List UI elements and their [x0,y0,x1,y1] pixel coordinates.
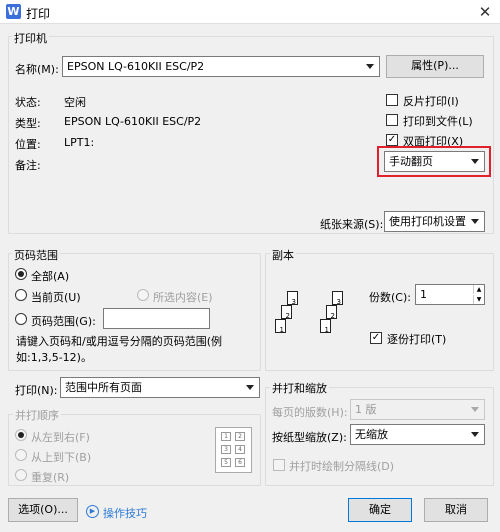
repeat-label: 重复(R) [31,471,70,484]
print-what-select[interactable]: 范围中所有页面 [60,377,260,398]
order-thumbnail-icon: 1 2 3 4 5 6 [215,427,252,473]
page-3-icon: 3 [332,291,343,306]
printer-name-select[interactable]: EPSON LQ-610KII ESC/P2 [62,56,380,77]
status-label: 状态: [15,96,41,109]
order-group-label: 并打顺序 [13,407,61,423]
collate-stack-icon: 3 2 1 [275,291,305,337]
title-bar [0,0,500,24]
options-button[interactable]: 选项(O)... [8,498,78,522]
tips-icon[interactable]: ▶ [86,505,99,518]
printer-name-value: EPSON LQ-610KII ESC/P2 [67,60,205,73]
left-to-right-label: 从左到右(F) [31,431,90,444]
paper-source-label: 纸张来源(S): [320,218,384,231]
top-to-bottom-label: 从上到下(B) [31,451,92,464]
thumb-cell-3: 3 [221,445,231,454]
page-range-hint: 请键入页码和/或用逗号分隔的页码范围(例如:1,3,5-12)。 [16,335,222,364]
thumb-cell-4: 4 [235,445,245,454]
reverse-print-checkbox[interactable] [386,94,398,106]
chevron-down-icon [471,159,479,164]
pages-per-sheet-select: 1 版 [350,399,485,420]
close-icon[interactable]: ✕ [471,1,499,23]
spinner-up-icon[interactable]: ▲ [473,285,484,294]
location-label: 位置: [15,138,41,151]
window-title: 打印 [26,7,51,21]
print-what-value: 范围中所有页面 [65,381,142,394]
copies-group-label: 副本 [270,247,296,263]
duplex-checkbox[interactable]: ✓ [386,134,398,146]
current-page-label[interactable]: 当前页(U) [31,289,81,305]
collate-label[interactable]: 逐份打印(T) [387,331,446,347]
scale-label: 按纸型缩放(Z): [272,431,347,444]
page-2-icon: 2 [281,305,292,320]
status-value: 空闲 [64,96,86,109]
duplex-mode-value: 手动翻页 [389,155,433,168]
pages-per-sheet-label: 每页的版数(H): [272,406,348,419]
page-range-input[interactable] [103,308,210,329]
print-to-file-label[interactable]: 打印到文件(L) [403,113,473,129]
selection-radio [137,289,149,301]
current-page-radio[interactable] [15,289,27,301]
paper-source-select[interactable]: 使用打印机设置 [384,211,485,232]
thumb-cell-6: 6 [235,458,245,467]
cancel-button[interactable]: 取消 [424,498,488,522]
thumb-cell-2: 2 [235,432,245,441]
tips-link[interactable]: 操作技巧 [103,505,147,521]
zoom-group-label: 并打和缩放 [270,380,329,396]
chevron-down-icon [246,385,254,390]
left-to-right-radio [15,429,27,441]
scale-select[interactable]: 无缩放 [350,424,485,445]
selection-label: 所选内容(E) [153,291,213,304]
pages-per-sheet-value: 1 版 [355,403,377,416]
draw-borders-label: 并打时绘制分隔线(D) [289,460,395,473]
page-range-group-label: 页码范围 [12,247,60,263]
location-value: LPT1: [64,136,95,149]
all-pages-label[interactable]: 全部(A) [31,268,69,284]
print-what-label: 打印(N): [15,384,58,397]
chevron-down-icon [471,432,479,437]
properties-button[interactable]: 属性(P)... [386,55,484,78]
spinner-down-icon[interactable]: ▼ [473,295,484,304]
chevron-down-icon [471,219,479,224]
page-3-icon: 3 [287,291,298,306]
paper-source-value: 使用打印机设置 [389,215,466,228]
copies-count-label: 份数(C): [369,291,411,304]
thumb-cell-1: 1 [221,432,231,441]
ok-button[interactable]: 确定 [348,498,412,522]
printer-name-label: 名称(M): [15,63,59,76]
comment-label: 备注: [15,159,41,172]
all-pages-radio[interactable] [15,268,27,280]
page-range-radio[interactable] [15,313,27,325]
scale-value: 无缩放 [355,428,388,441]
type-label: 类型: [15,117,41,130]
printer-group-label: 打印机 [12,30,49,46]
chevron-down-icon [366,64,374,69]
draw-borders-checkbox [273,459,285,471]
page-1-icon: 1 [320,319,331,334]
type-value: EPSON LQ-610KII ESC/P2 [64,115,202,128]
thumb-cell-5: 5 [221,458,231,467]
reverse-print-label[interactable]: 反片打印(I) [403,93,459,109]
print-to-file-checkbox[interactable] [386,114,398,126]
page-range-label[interactable]: 页码范围(G): [31,313,96,329]
repeat-radio [15,469,27,481]
collate-checkbox[interactable]: ✓ [370,332,382,344]
top-to-bottom-radio [15,449,27,461]
collate-stack-icon-2: 3 2 1 [320,291,350,337]
page-2-icon: 2 [326,305,337,320]
chevron-down-icon [471,407,479,412]
wps-app-icon: W [6,4,21,19]
duplex-mode-select[interactable]: 手动翻页 [384,151,485,172]
page-1-icon: 1 [275,319,286,334]
